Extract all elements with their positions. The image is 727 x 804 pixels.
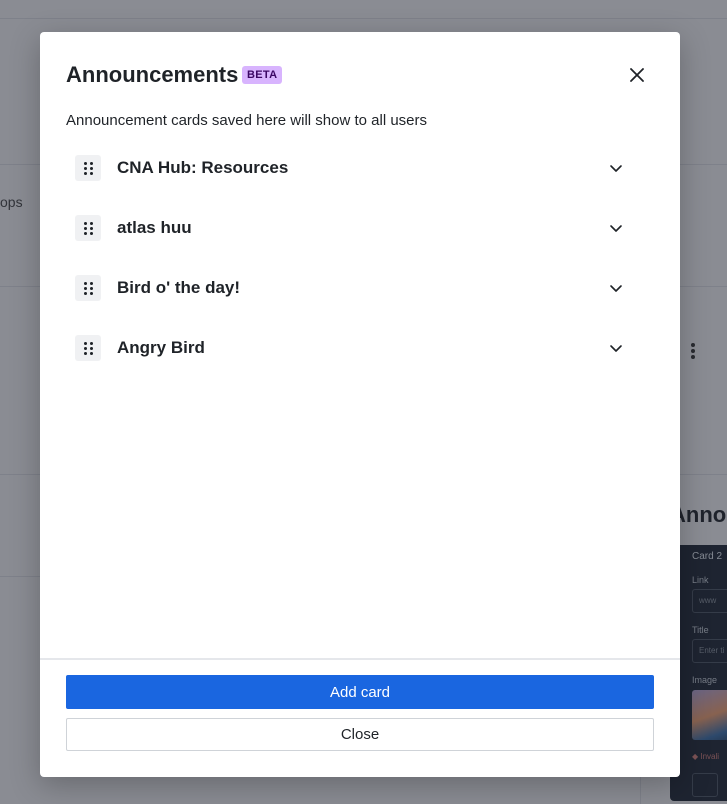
modal-subtitle: Announcement cards saved here will show … — [66, 112, 428, 129]
announcement-card[interactable]: Bird o' the day! — [66, 264, 636, 324]
chevron-down-icon[interactable] — [607, 219, 625, 237]
card-title: Bird o' the day! — [117, 278, 241, 297]
card-title: CNA Hub: Resources — [117, 158, 289, 177]
announcement-card[interactable]: Angry Bird — [66, 324, 636, 384]
modal-title: Announcements — [66, 62, 239, 87]
chevron-down-icon[interactable] — [607, 339, 625, 357]
add-card-button[interactable]: Add card — [66, 675, 654, 709]
drag-handle-icon[interactable] — [75, 155, 101, 181]
close-button[interactable]: Close — [66, 718, 654, 751]
card-title: Angry Bird — [117, 338, 205, 357]
card-title: atlas huu — [117, 218, 192, 237]
drag-handle-icon[interactable] — [75, 215, 101, 241]
footer-divider — [40, 658, 680, 660]
announcements-modal: Announcements BETA Announcement cards sa… — [40, 32, 680, 777]
announcement-card[interactable]: atlas huu — [66, 204, 636, 264]
chevron-down-icon[interactable] — [607, 279, 625, 297]
announcement-card-list: CNA Hub: Resources atlas huu Bird o' the… — [66, 144, 636, 384]
drag-handle-icon[interactable] — [75, 335, 101, 361]
chevron-down-icon[interactable] — [607, 159, 625, 177]
close-icon[interactable] — [625, 63, 649, 87]
announcement-card[interactable]: CNA Hub: Resources — [66, 144, 636, 204]
drag-handle-icon[interactable] — [75, 275, 101, 301]
beta-badge: BETA — [242, 66, 283, 84]
